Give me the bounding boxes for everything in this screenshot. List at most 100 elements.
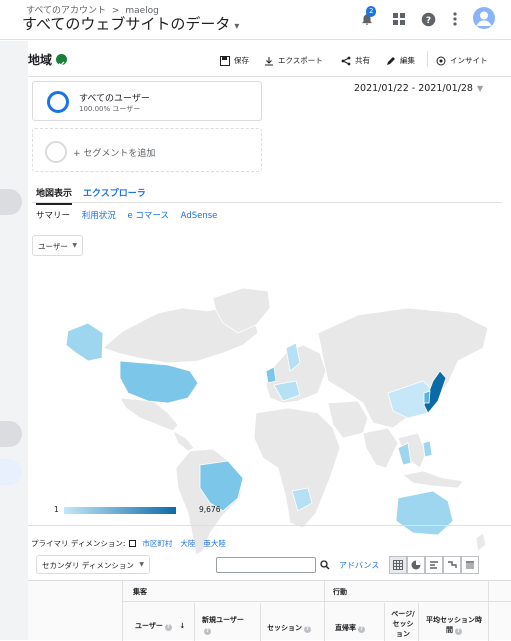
dimension-subcontinent[interactable]: 亜大陸 bbox=[203, 539, 226, 548]
advanced-filter-link[interactable]: アドバンス bbox=[339, 560, 379, 571]
view-tabs: 地図表示 エクスプローラ bbox=[32, 181, 502, 205]
help-icon[interactable]: ? bbox=[204, 628, 211, 635]
divider bbox=[28, 525, 511, 526]
date-range-picker[interactable]: 2021/01/22 - 2021/01/28 ▼ bbox=[354, 83, 483, 94]
add-segment-label: + セグメントを追加 bbox=[73, 149, 156, 159]
subtab-summary[interactable]: サマリー bbox=[36, 211, 70, 221]
table-search-input[interactable] bbox=[216, 557, 316, 573]
left-sidebar bbox=[0, 41, 28, 640]
primary-dimension-label: プライマリ ディメンション: bbox=[31, 539, 126, 548]
column-bounce-rate[interactable]: 直帰率? bbox=[335, 623, 365, 633]
column-sessions[interactable]: セッション? bbox=[267, 623, 311, 633]
more-options-button[interactable] bbox=[444, 8, 466, 30]
column-avg-session-duration-label: 平均セッション時間 bbox=[426, 616, 482, 634]
add-segment-button[interactable]: + セグメントを追加 bbox=[32, 128, 262, 172]
apps-grid-icon bbox=[393, 13, 405, 25]
dimension-continent[interactable]: 大陸 bbox=[180, 539, 195, 548]
download-icon bbox=[265, 56, 273, 65]
group-behavior: 行動 bbox=[333, 588, 347, 596]
divider bbox=[384, 603, 385, 641]
metric-select-value: ユーザー bbox=[38, 242, 68, 251]
divider bbox=[324, 581, 325, 641]
secondary-dimension-select[interactable]: セカンダリ ディメンション ▼ bbox=[36, 555, 150, 574]
share-icon bbox=[341, 56, 351, 65]
account-avatar[interactable] bbox=[473, 7, 495, 29]
column-pages-per-session-label: ページ/セッション bbox=[391, 610, 415, 638]
share-button[interactable]: 共有 bbox=[341, 55, 370, 66]
view-performance-button[interactable] bbox=[425, 556, 443, 574]
search-button[interactable] bbox=[318, 557, 332, 573]
insight-label: インサイト bbox=[450, 56, 488, 65]
view-pie-button[interactable] bbox=[407, 556, 425, 574]
chevron-down-icon: ▼ bbox=[72, 242, 77, 249]
secondary-dimension-label: セカンダリ ディメンション bbox=[42, 561, 134, 570]
subtab-usage[interactable]: 利用状況 bbox=[82, 211, 116, 221]
indonesia-shape bbox=[402, 470, 464, 489]
bar-list-icon bbox=[430, 561, 438, 569]
notifications-button[interactable]: 2 bbox=[356, 6, 378, 30]
divider bbox=[194, 603, 195, 641]
column-users-label: ユーザー bbox=[135, 622, 163, 630]
segment-all-users[interactable]: すべてのユーザー 100.00% ユーザー bbox=[32, 81, 262, 121]
help-icon[interactable]: ? bbox=[455, 628, 462, 635]
report-panel: 地域 保存 エクスポート 共有 編集 インサイト すべてのユーザー 100.00… bbox=[28, 41, 511, 641]
sidebar-item[interactable] bbox=[0, 189, 22, 215]
segment-name: すべてのユーザー bbox=[79, 94, 150, 104]
help-icon[interactable]: ? bbox=[304, 626, 311, 633]
primary-dimension-bar: プライマリ ディメンション: 市区町村 大陸 亜大陸 bbox=[31, 538, 234, 549]
chevron-down-icon: ▾ bbox=[234, 21, 240, 32]
edit-button[interactable]: 編集 bbox=[386, 55, 415, 66]
segment-percentage: 100.00% ユーザー bbox=[79, 105, 141, 113]
australia-shape bbox=[395, 490, 454, 536]
empty-segment-ring-icon bbox=[45, 141, 67, 163]
insight-icon bbox=[436, 56, 446, 65]
pivot-icon bbox=[466, 561, 474, 569]
search-icon bbox=[320, 560, 330, 570]
tab-map-view[interactable]: 地図表示 bbox=[36, 186, 73, 205]
sidebar-item[interactable] bbox=[0, 421, 22, 447]
segment-ring-icon bbox=[47, 91, 69, 113]
tab-explorer[interactable]: エクスプローラ bbox=[83, 186, 146, 199]
report-title: 地域 bbox=[28, 53, 53, 67]
insight-button[interactable]: インサイト bbox=[436, 55, 488, 66]
legend-max: 9,676 bbox=[199, 505, 221, 514]
column-sessions-label: セッション bbox=[267, 624, 302, 632]
new-zealand-shape bbox=[475, 532, 487, 552]
table-icon bbox=[393, 560, 403, 570]
divider bbox=[427, 51, 428, 67]
help-icon[interactable]: ? bbox=[164, 624, 172, 631]
column-new-users[interactable]: 新規ユーザー? bbox=[202, 615, 258, 635]
legend-gradient bbox=[64, 507, 176, 514]
column-avg-session-duration[interactable]: 平均セッション時間? bbox=[424, 615, 484, 635]
subtab-adsense[interactable]: AdSense bbox=[181, 211, 218, 221]
apps-button[interactable] bbox=[388, 8, 410, 30]
verified-check-icon bbox=[56, 54, 67, 67]
help-icon: ? bbox=[421, 12, 435, 26]
legend-min: 1 bbox=[54, 505, 59, 514]
view-selector[interactable]: すべてのウェブサイトのデータ ▾ bbox=[22, 13, 239, 34]
svg-text:?: ? bbox=[425, 15, 430, 25]
comparison-icon bbox=[448, 561, 457, 568]
help-button[interactable]: ? bbox=[417, 8, 439, 30]
sidebar-item-active[interactable] bbox=[0, 459, 22, 485]
help-icon[interactable]: ? bbox=[358, 626, 365, 633]
table-view-toggle bbox=[389, 556, 479, 574]
view-comparison-button[interactable] bbox=[443, 556, 461, 574]
view-table-button[interactable] bbox=[389, 556, 407, 574]
date-range-text: 2021/01/22 - 2021/01/28 bbox=[354, 83, 473, 94]
column-users[interactable]: ユーザー? ↓ bbox=[135, 621, 185, 631]
sort-arrow-icon: ↓ bbox=[179, 622, 186, 630]
group-acquisition: 集客 bbox=[133, 588, 147, 596]
column-pages-per-session[interactable]: ページ/セッション bbox=[390, 609, 416, 639]
view-pivot-button[interactable] bbox=[461, 556, 479, 574]
subtab-ecommerce[interactable]: e コマース bbox=[127, 211, 169, 221]
save-icon bbox=[220, 55, 230, 66]
alaska-shape bbox=[65, 322, 104, 362]
dimension-city[interactable]: 市区町村 bbox=[142, 539, 172, 548]
export-button[interactable]: エクスポート bbox=[264, 55, 323, 66]
save-button[interactable]: 保存 bbox=[220, 55, 249, 66]
pie-chart-icon bbox=[411, 560, 421, 570]
divider bbox=[122, 601, 511, 602]
philippines-shape bbox=[422, 440, 433, 458]
divider bbox=[260, 603, 261, 641]
